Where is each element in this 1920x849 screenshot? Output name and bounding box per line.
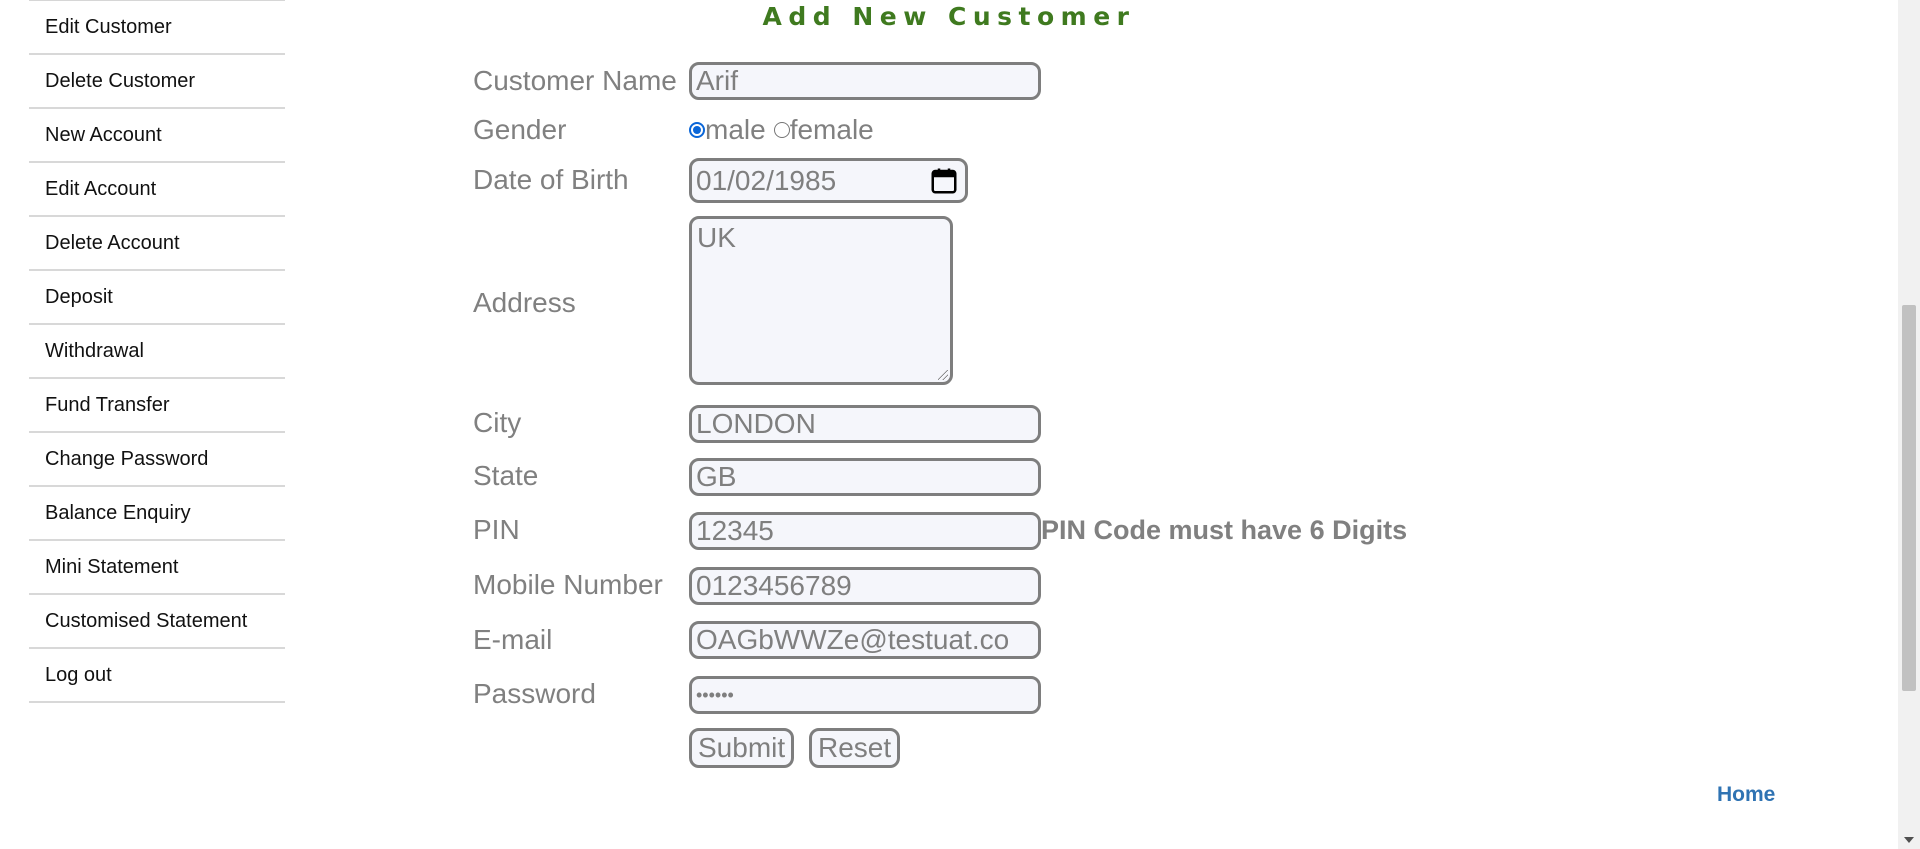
state-input[interactable]: GB <box>689 458 1041 496</box>
submit-button[interactable]: Submit <box>689 728 795 768</box>
sidebar-item-log-out[interactable]: Log out <box>29 649 285 703</box>
gender-radio-group: male female <box>689 110 874 150</box>
gender-male-label: male <box>705 114 766 145</box>
customer-name-label: Customer Name <box>473 65 677 96</box>
sidebar-item-mini-statement[interactable]: Mini Statement <box>29 541 285 595</box>
scroll-down-arrow-icon[interactable] <box>1904 837 1914 843</box>
email-input[interactable]: OAGbWWZe@testuat.co <box>689 621 1041 659</box>
sidebar-item-delete-account[interactable]: Delete Account <box>29 217 285 271</box>
gender-male-radio[interactable] <box>689 122 705 138</box>
mobile-input[interactable]: 0123456789 <box>689 567 1041 605</box>
sidebar-item-balance-enquiry[interactable]: Balance Enquiry <box>29 487 285 541</box>
password-input[interactable]: •••••• <box>689 676 1041 714</box>
calendar-icon[interactable] <box>929 166 959 196</box>
sidebar-item-edit-customer[interactable]: Edit Customer <box>29 1 285 55</box>
email-label: E-mail <box>473 624 553 655</box>
sidebar-item-fund-transfer[interactable]: Fund Transfer <box>29 379 285 433</box>
gender-label: Gender <box>473 114 567 145</box>
sidebar-item-withdrawal[interactable]: Withdrawal <box>29 325 285 379</box>
reset-button[interactable]: Reset <box>809 728 901 768</box>
scrollbar-thumb[interactable] <box>1902 305 1916 691</box>
sidebar-item-customised-statement[interactable]: Customised Statement <box>29 595 285 649</box>
gender-female-radio[interactable] <box>773 122 790 138</box>
dob-value: 01/02/1985 <box>696 165 837 196</box>
resize-handle-icon[interactable] <box>938 370 948 380</box>
address-textarea[interactable]: UK <box>689 216 953 385</box>
sidebar-item-delete-customer[interactable]: Delete Customer <box>29 55 285 109</box>
pin-error-message: PIN Code must have 6 Digits <box>1041 515 1408 545</box>
address-label: Address <box>473 287 576 318</box>
sidebar-item-edit-account[interactable]: Edit Account <box>29 163 285 217</box>
pin-label: PIN <box>473 514 520 545</box>
gender-female-label: female <box>789 114 874 145</box>
sidebar-item-change-password[interactable]: Change Password <box>29 433 285 487</box>
dob-date-input[interactable]: 01/02/1985 <box>689 158 968 203</box>
pin-input[interactable]: 12345 <box>689 512 1041 550</box>
vertical-scrollbar[interactable] <box>1898 0 1920 849</box>
home-link[interactable]: Home <box>1717 783 1775 807</box>
sidebar-menu: Edit Customer Delete Customer New Accoun… <box>29 0 285 703</box>
mobile-label: Mobile Number <box>473 569 663 600</box>
city-input[interactable]: LONDON <box>689 405 1041 443</box>
dob-label: Date of Birth <box>473 164 629 195</box>
sidebar-item-deposit[interactable]: Deposit <box>29 271 285 325</box>
address-value: UK <box>697 222 736 253</box>
sidebar-item-new-account[interactable]: New Account <box>29 109 285 163</box>
password-label: Password <box>473 678 596 709</box>
state-label: State <box>473 460 539 491</box>
page-title: Add New Customer <box>762 2 1136 31</box>
customer-name-input[interactable]: Arif <box>689 62 1041 100</box>
city-label: City <box>473 407 522 438</box>
